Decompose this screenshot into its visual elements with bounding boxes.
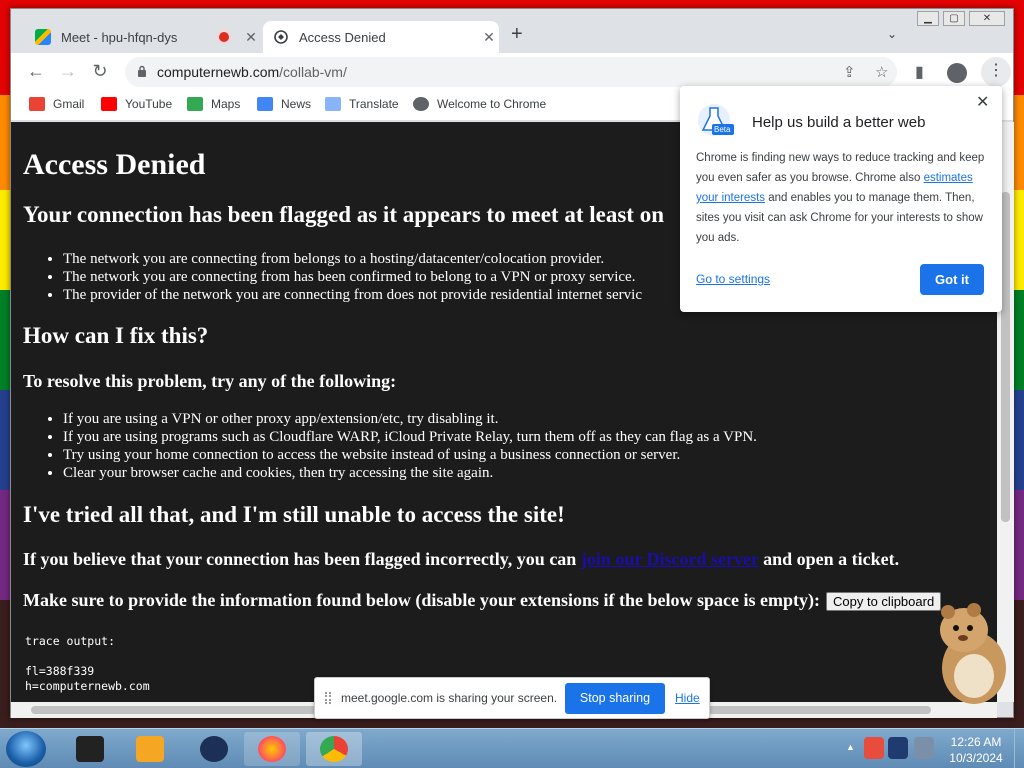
bookmark-translate[interactable]: Translate (325, 97, 399, 111)
bookmark-news[interactable]: News (257, 97, 311, 111)
show-desktop-button[interactable] (1014, 729, 1024, 768)
drag-handle-icon[interactable] (325, 692, 331, 704)
page-title: Access Denied (23, 148, 206, 181)
list-item: If you are using programs such as Cloudf… (63, 428, 757, 446)
share-icon[interactable]: ⇪ (843, 63, 856, 81)
meet-icon (35, 29, 51, 45)
bookmark-youtube[interactable]: YouTube (101, 97, 172, 111)
gmail-icon (29, 97, 45, 111)
tried-heading: I've tried all that, and I'm still unabl… (23, 502, 565, 527)
url-text: computernewb.com/collab-vm/ (157, 64, 347, 80)
system-tray: ▲ 12:26 AM 10/3/2024 (840, 729, 1024, 768)
screen-share-bar: meet.google.com is sharing your screen. … (314, 677, 710, 719)
forward-arrow-icon[interactable]: → (57, 61, 79, 82)
network-icon[interactable] (888, 737, 908, 759)
list-item: The network you are connecting from has … (63, 268, 642, 286)
flag-heading: Your connection has been flagged as it a… (23, 202, 664, 227)
stop-sharing-button[interactable]: Stop sharing (565, 683, 665, 714)
fix-heading: How can I fix this? (23, 323, 209, 348)
bookmark-welcome-to-chrome[interactable]: Welcome to Chrome (413, 97, 546, 111)
media-player-icon (136, 736, 164, 762)
popup-body: Chrome is finding new ways to reduce tra… (696, 152, 985, 244)
maps-icon (187, 97, 203, 111)
close-tab-icon[interactable]: ✕ (241, 29, 261, 46)
side-panel-icon[interactable]: ▮ (915, 62, 924, 82)
popup-title: Help us build a better web (752, 114, 926, 131)
beta-badge: Beta (714, 125, 731, 134)
back-arrow-icon[interactable]: ← (25, 61, 47, 82)
chrome-icon (320, 736, 348, 762)
maximize-button[interactable]: ▢ (943, 11, 965, 26)
terminal-icon (76, 736, 104, 762)
volume-icon[interactable] (914, 737, 934, 759)
minimize-button[interactable]: ▁ (917, 11, 939, 26)
tab-meet[interactable]: Meet - hpu-hfqn-dys ✕ (25, 21, 261, 53)
bookmark-star-icon[interactable]: ☆ (875, 63, 888, 81)
incorrect-flag-text: If you believe that your connection has … (23, 549, 900, 569)
privacy-sandbox-popup: Beta Help us build a better web ✕ Chrome… (680, 86, 1002, 312)
translate-icon (325, 97, 341, 111)
flask-beta-icon (698, 104, 734, 136)
share-status-text: meet.google.com is sharing your screen. (341, 691, 558, 705)
flag-reasons-list: The network you are connecting from belo… (63, 250, 642, 304)
globe-icon (200, 736, 228, 762)
list-item: Try using your home connection to access… (63, 446, 757, 464)
resolve-heading: To resolve this problem, try any of the … (23, 371, 397, 391)
bookmark-maps[interactable]: Maps (187, 97, 240, 111)
tab-title: Meet - hpu-hfqn-dys (61, 29, 178, 45)
recording-indicator-icon (219, 32, 229, 42)
copy-to-clipboard-button[interactable]: Copy to clipboard (826, 592, 942, 612)
start-button[interactable] (6, 731, 46, 767)
list-item: The network you are connecting from belo… (63, 250, 642, 268)
hamster-sticker (940, 603, 1006, 704)
close-tab-icon[interactable]: ✕ (479, 29, 499, 46)
tray-app-icon[interactable] (864, 737, 884, 759)
fixes-list: If you are using a VPN or other proxy ap… (63, 410, 757, 482)
news-icon (257, 97, 273, 111)
tab-strip: ▁ ▢ ✕ Meet - hpu-hfqn-dys ✕ Access Denie… (11, 9, 1013, 53)
taskbar-app-media-player[interactable] (122, 732, 178, 766)
tray-expand-icon[interactable]: ▲ (846, 742, 855, 752)
taskbar-app-firefox[interactable] (244, 732, 300, 766)
list-item: If you are using a VPN or other proxy ap… (63, 410, 757, 428)
provide-info-text: Make sure to provide the information fou… (23, 590, 942, 612)
tab-search-chevron-icon[interactable]: ⌄ (887, 27, 897, 41)
bookmark-gmail[interactable]: Gmail (29, 97, 84, 111)
close-window-button[interactable]: ✕ (969, 11, 1005, 26)
list-item: The provider of the network you are conn… (63, 286, 642, 304)
taskbar-app-terminal[interactable] (62, 732, 118, 766)
taskbar-app-chrome[interactable] (306, 732, 362, 766)
lock-icon (138, 65, 146, 77)
tab-title: Access Denied (299, 29, 386, 45)
profile-avatar-icon[interactable] (947, 63, 967, 83)
page-favicon-icon (273, 29, 289, 45)
go-to-settings-link[interactable]: Go to settings (696, 272, 770, 286)
discord-link[interactable]: join our Discord server (581, 549, 759, 569)
tab-access-denied[interactable]: Access Denied ✕ (263, 21, 499, 53)
new-tab-button[interactable]: + (511, 23, 523, 46)
hide-link[interactable]: Hide (675, 691, 700, 705)
firefox-icon (258, 736, 286, 762)
trace-output: trace output: fl=388f339 h=computernewb.… (25, 634, 150, 693)
clock[interactable]: 12:26 AM 10/3/2024 (940, 734, 1012, 766)
address-bar[interactable]: computernewb.com/collab-vm/ ⇪ ☆ (125, 57, 897, 87)
scrollbar-thumb[interactable] (1001, 192, 1010, 522)
got-it-button[interactable]: Got it (920, 264, 984, 295)
close-icon[interactable]: ✕ (976, 92, 989, 112)
youtube-icon (101, 97, 117, 111)
chrome-icon (413, 97, 429, 111)
taskbar: ▲ 12:26 AM 10/3/2024 (0, 728, 1024, 768)
kebab-menu-icon[interactable]: ⋮ (981, 57, 1011, 87)
list-item: Clear your browser cache and cookies, th… (63, 464, 757, 482)
reload-icon[interactable]: ↻ (89, 61, 111, 82)
taskbar-app-globe[interactable] (186, 732, 242, 766)
